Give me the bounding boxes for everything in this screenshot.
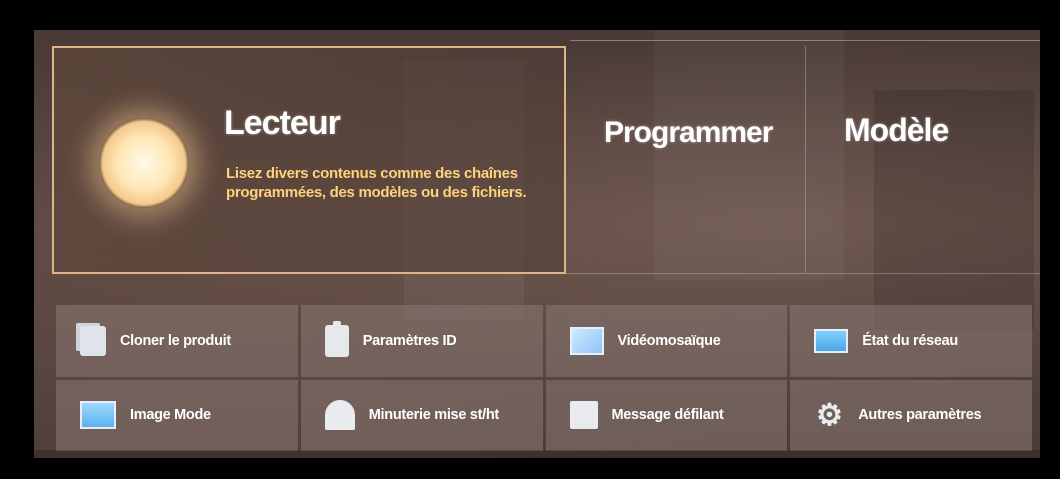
video-wall-icon <box>569 326 604 355</box>
tile-video-wall[interactable]: Vidéomosaïque <box>545 305 788 377</box>
tile-label: Message défilant <box>611 407 724 424</box>
tile-other-settings[interactable]: ⚙ Autres paramètres <box>790 379 1032 451</box>
timer-icon <box>324 400 355 431</box>
tile-label: Cloner le produit <box>120 332 231 349</box>
tile-id-settings[interactable]: Paramètres ID <box>300 305 543 377</box>
tile-network-status[interactable]: État du réseau <box>790 305 1032 377</box>
network-status-icon <box>814 328 849 353</box>
settings-grid: Cloner le produit Paramètres ID Vidéomos… <box>56 305 1032 451</box>
tile-on-off-timer[interactable]: Minuterie mise st/ht <box>300 379 543 451</box>
card-title: Lecteur <box>224 104 341 142</box>
tile-label: Minuterie mise st/ht <box>368 407 499 424</box>
sun-icon <box>99 118 189 208</box>
template-card[interactable]: Modèle <box>806 46 1040 274</box>
clone-icon <box>80 325 106 356</box>
image-mode-icon <box>80 401 116 430</box>
tile-label: État du réseau <box>862 332 958 349</box>
tile-label: Image Mode <box>130 407 211 424</box>
divider <box>570 40 1040 41</box>
tile-label: Autres paramètres <box>858 407 982 424</box>
schedule-card[interactable]: Programmer <box>566 46 806 274</box>
tile-image-mode[interactable]: Image Mode <box>56 379 298 451</box>
card-title: Programmer <box>604 116 773 149</box>
card-description: Lisez divers contenus comme des chaînes … <box>226 165 527 201</box>
player-card[interactable]: Lecteur Lisez divers contenus comme des … <box>52 46 566 274</box>
card-title: Modèle <box>844 112 949 148</box>
message-icon <box>569 401 598 430</box>
bottom-shade <box>34 450 1040 458</box>
tile-clone-product[interactable]: Cloner le produit <box>56 305 298 377</box>
tile-label: Paramètres ID <box>362 332 457 349</box>
display-screen: Lecteur Lisez divers contenus comme des … <box>34 30 1040 458</box>
id-icon <box>324 320 349 357</box>
gear-icon: ⚙ <box>815 398 843 432</box>
tile-ticker-message[interactable]: Message défilant <box>545 379 788 451</box>
tile-label: Vidéomosaïque <box>617 332 721 349</box>
